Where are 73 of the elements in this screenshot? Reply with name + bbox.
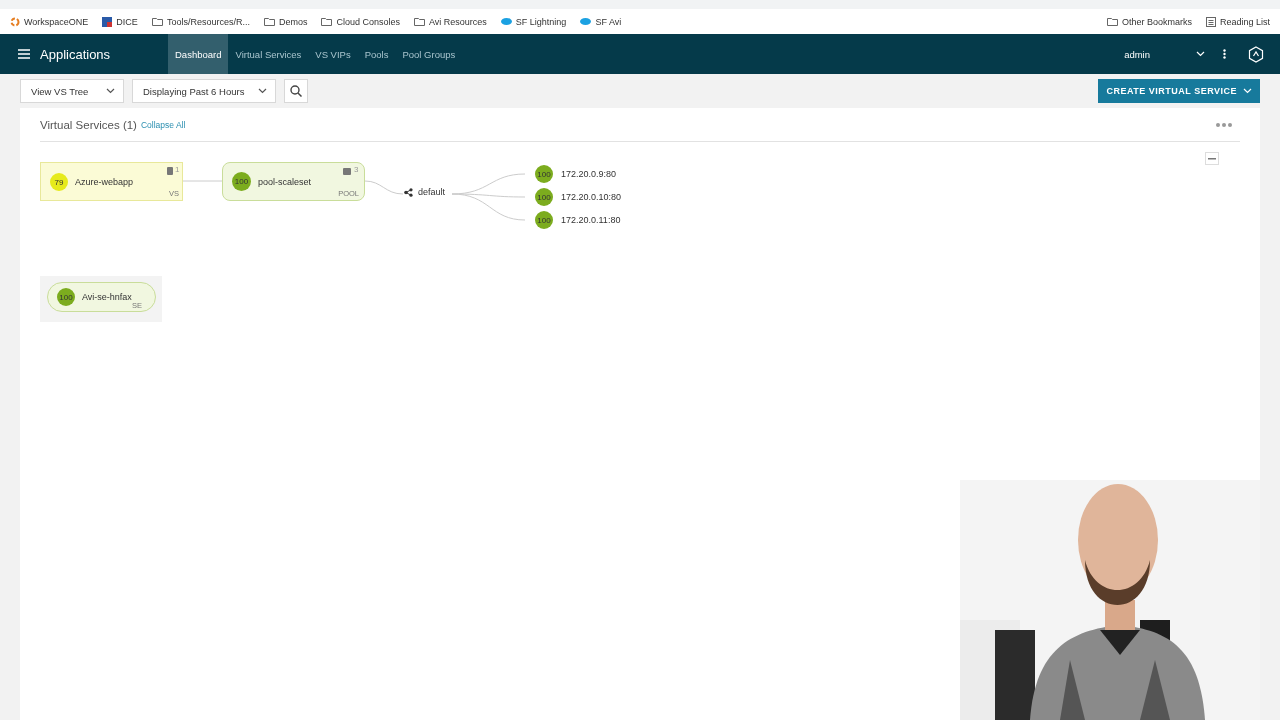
folder-icon <box>151 17 163 26</box>
bookmark-label: Demos <box>278 16 308 27</box>
time-range-select[interactable]: Displaying Past 6 Hours <box>132 79 276 103</box>
bookmark-label: Avi Resources <box>428 16 487 27</box>
node-name: pool-scaleset <box>258 177 312 187</box>
folder-icon <box>413 17 425 26</box>
server-address: 172.20.0.11:80 <box>561 215 621 225</box>
menu-icon[interactable] <box>18 49 30 59</box>
folder-icon <box>1106 17 1118 26</box>
tile-icon <box>102 16 113 27</box>
bookmark[interactable]: DICE <box>102 16 138 27</box>
health-score: 100 <box>57 288 75 306</box>
create-virtual-service-button[interactable]: CREATE VIRTUAL SERVICE <box>1098 79 1260 103</box>
bookmark[interactable]: Tools/Resources/R... <box>151 16 250 27</box>
node-count: 1 <box>175 166 180 174</box>
health-score: 100 <box>535 211 553 229</box>
nav-tab[interactable]: Pools <box>357 34 396 74</box>
health-score: 100 <box>535 188 553 206</box>
bookmark-label: WorkspaceONE <box>24 16 89 27</box>
bookmark[interactable]: Reading List <box>1205 16 1270 27</box>
cloud-icon <box>500 18 512 25</box>
bookmark-label: Reading List <box>1219 16 1270 27</box>
view-select[interactable]: View VS Tree <box>20 79 124 103</box>
chevron-icon <box>106 88 115 94</box>
nav-tab[interactable]: Virtual Services <box>228 34 309 74</box>
bookmark[interactable]: SF Lightning <box>500 16 567 27</box>
connector-line <box>364 180 404 195</box>
hexagon-logo-icon[interactable] <box>1248 45 1264 63</box>
ring-icon <box>10 16 20 27</box>
cloud-icon <box>580 18 592 25</box>
server-address: 172.20.0.9:80 <box>561 169 617 179</box>
list-icon <box>1205 16 1216 27</box>
chevron-icon <box>1243 88 1252 94</box>
more-icon[interactable] <box>1216 122 1232 127</box>
collapse-all-link[interactable]: Collapse All <box>140 119 186 130</box>
bookmark[interactable]: Other Bookmarks <box>1106 16 1192 27</box>
chevron-icon <box>258 88 267 94</box>
node-count: 3 <box>354 166 359 174</box>
health-score: 100 <box>232 172 251 191</box>
nav-tab[interactable]: VS VIPs <box>308 34 358 74</box>
panel-title: Virtual Services (1) <box>40 118 137 131</box>
database-icon <box>167 167 173 175</box>
bookmark[interactable]: WorkspaceONE <box>10 16 89 27</box>
bookmark[interactable]: Demos <box>263 16 308 27</box>
bookmark[interactable]: Avi Resources <box>413 16 487 27</box>
share-icon <box>404 188 413 197</box>
nav-tab[interactable]: Dashboard <box>168 34 229 74</box>
bookmark[interactable]: Cloud Consoles <box>321 16 400 27</box>
nav-tab[interactable]: Pool Groups <box>395 34 463 74</box>
server-stack-icon <box>343 168 351 175</box>
server-address: 172.20.0.10:80 <box>561 192 622 202</box>
search-button[interactable] <box>284 79 308 103</box>
app-title: Applications <box>40 46 112 62</box>
health-score: 100 <box>535 165 553 183</box>
kebab-icon[interactable] <box>1223 49 1226 59</box>
collapse-button[interactable] <box>1205 152 1219 165</box>
pool-group-name: default <box>418 187 446 197</box>
node-name: Avi-se-hnfax <box>82 292 132 302</box>
bookmark-label: Cloud Consoles <box>336 16 400 27</box>
folder-icon <box>321 17 333 26</box>
bookmark-label: Other Bookmarks <box>1121 16 1192 27</box>
search-icon <box>290 85 302 97</box>
user-name: admin <box>1124 48 1150 60</box>
folder-icon <box>263 17 275 26</box>
bookmark-label: SF Avi <box>595 16 622 27</box>
node-name: Azure-webapp <box>75 177 134 187</box>
chevron-icon <box>1196 51 1205 57</box>
bookmark[interactable]: SF Avi <box>580 16 622 27</box>
bookmark-label: SF Lightning <box>515 16 567 27</box>
bookmark-label: DICE <box>116 16 138 27</box>
health-score: 79 <box>50 173 68 191</box>
minus-icon <box>1208 157 1216 160</box>
bookmark-label: Tools/Resources/R... <box>166 16 250 27</box>
